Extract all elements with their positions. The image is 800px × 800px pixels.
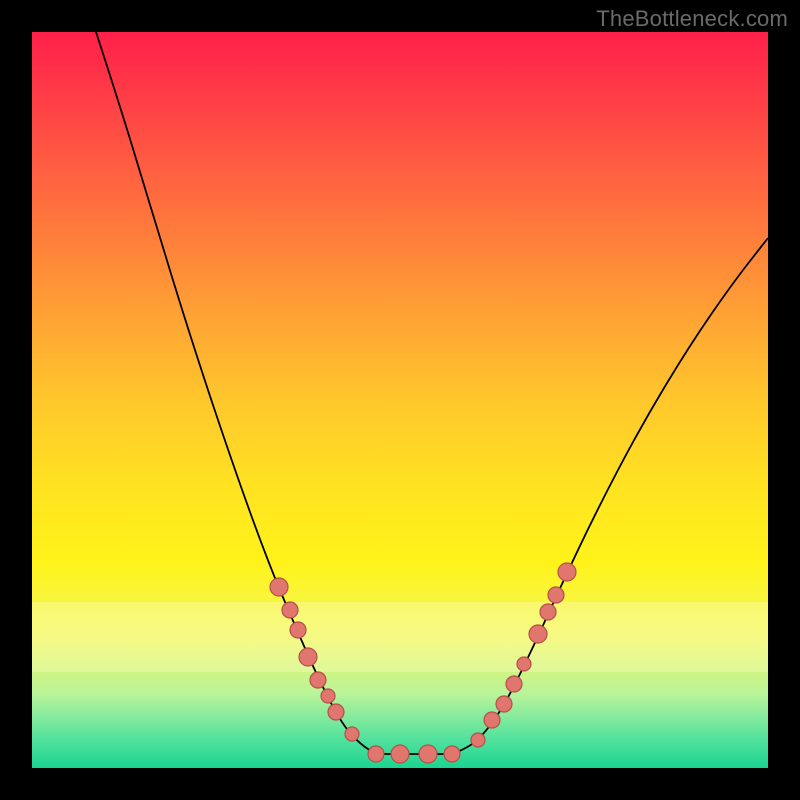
data-dot <box>471 733 485 747</box>
chart-svg <box>32 32 768 768</box>
data-dot <box>345 727 359 741</box>
data-dot <box>548 587 564 603</box>
data-dot <box>558 563 576 581</box>
data-dot <box>282 602 298 618</box>
data-dot <box>517 657 531 671</box>
data-dot <box>290 622 306 638</box>
data-dot <box>328 704 344 720</box>
data-dot <box>419 745 437 763</box>
data-dot <box>270 578 288 596</box>
data-dot <box>310 672 326 688</box>
curve-left <box>96 32 376 754</box>
data-dot <box>321 689 335 703</box>
data-dots <box>270 563 576 763</box>
data-dot <box>444 746 460 762</box>
chart-frame: TheBottleneck.com <box>0 0 800 800</box>
data-dot <box>540 604 556 620</box>
data-dot <box>506 676 522 692</box>
curve-right <box>452 238 768 754</box>
data-dot <box>484 712 500 728</box>
data-dot <box>368 746 384 762</box>
data-dot <box>299 648 317 666</box>
data-dot <box>391 745 409 763</box>
watermark-text: TheBottleneck.com <box>596 6 788 32</box>
data-dot <box>496 696 512 712</box>
data-dot <box>529 625 547 643</box>
plot-area <box>32 32 768 768</box>
